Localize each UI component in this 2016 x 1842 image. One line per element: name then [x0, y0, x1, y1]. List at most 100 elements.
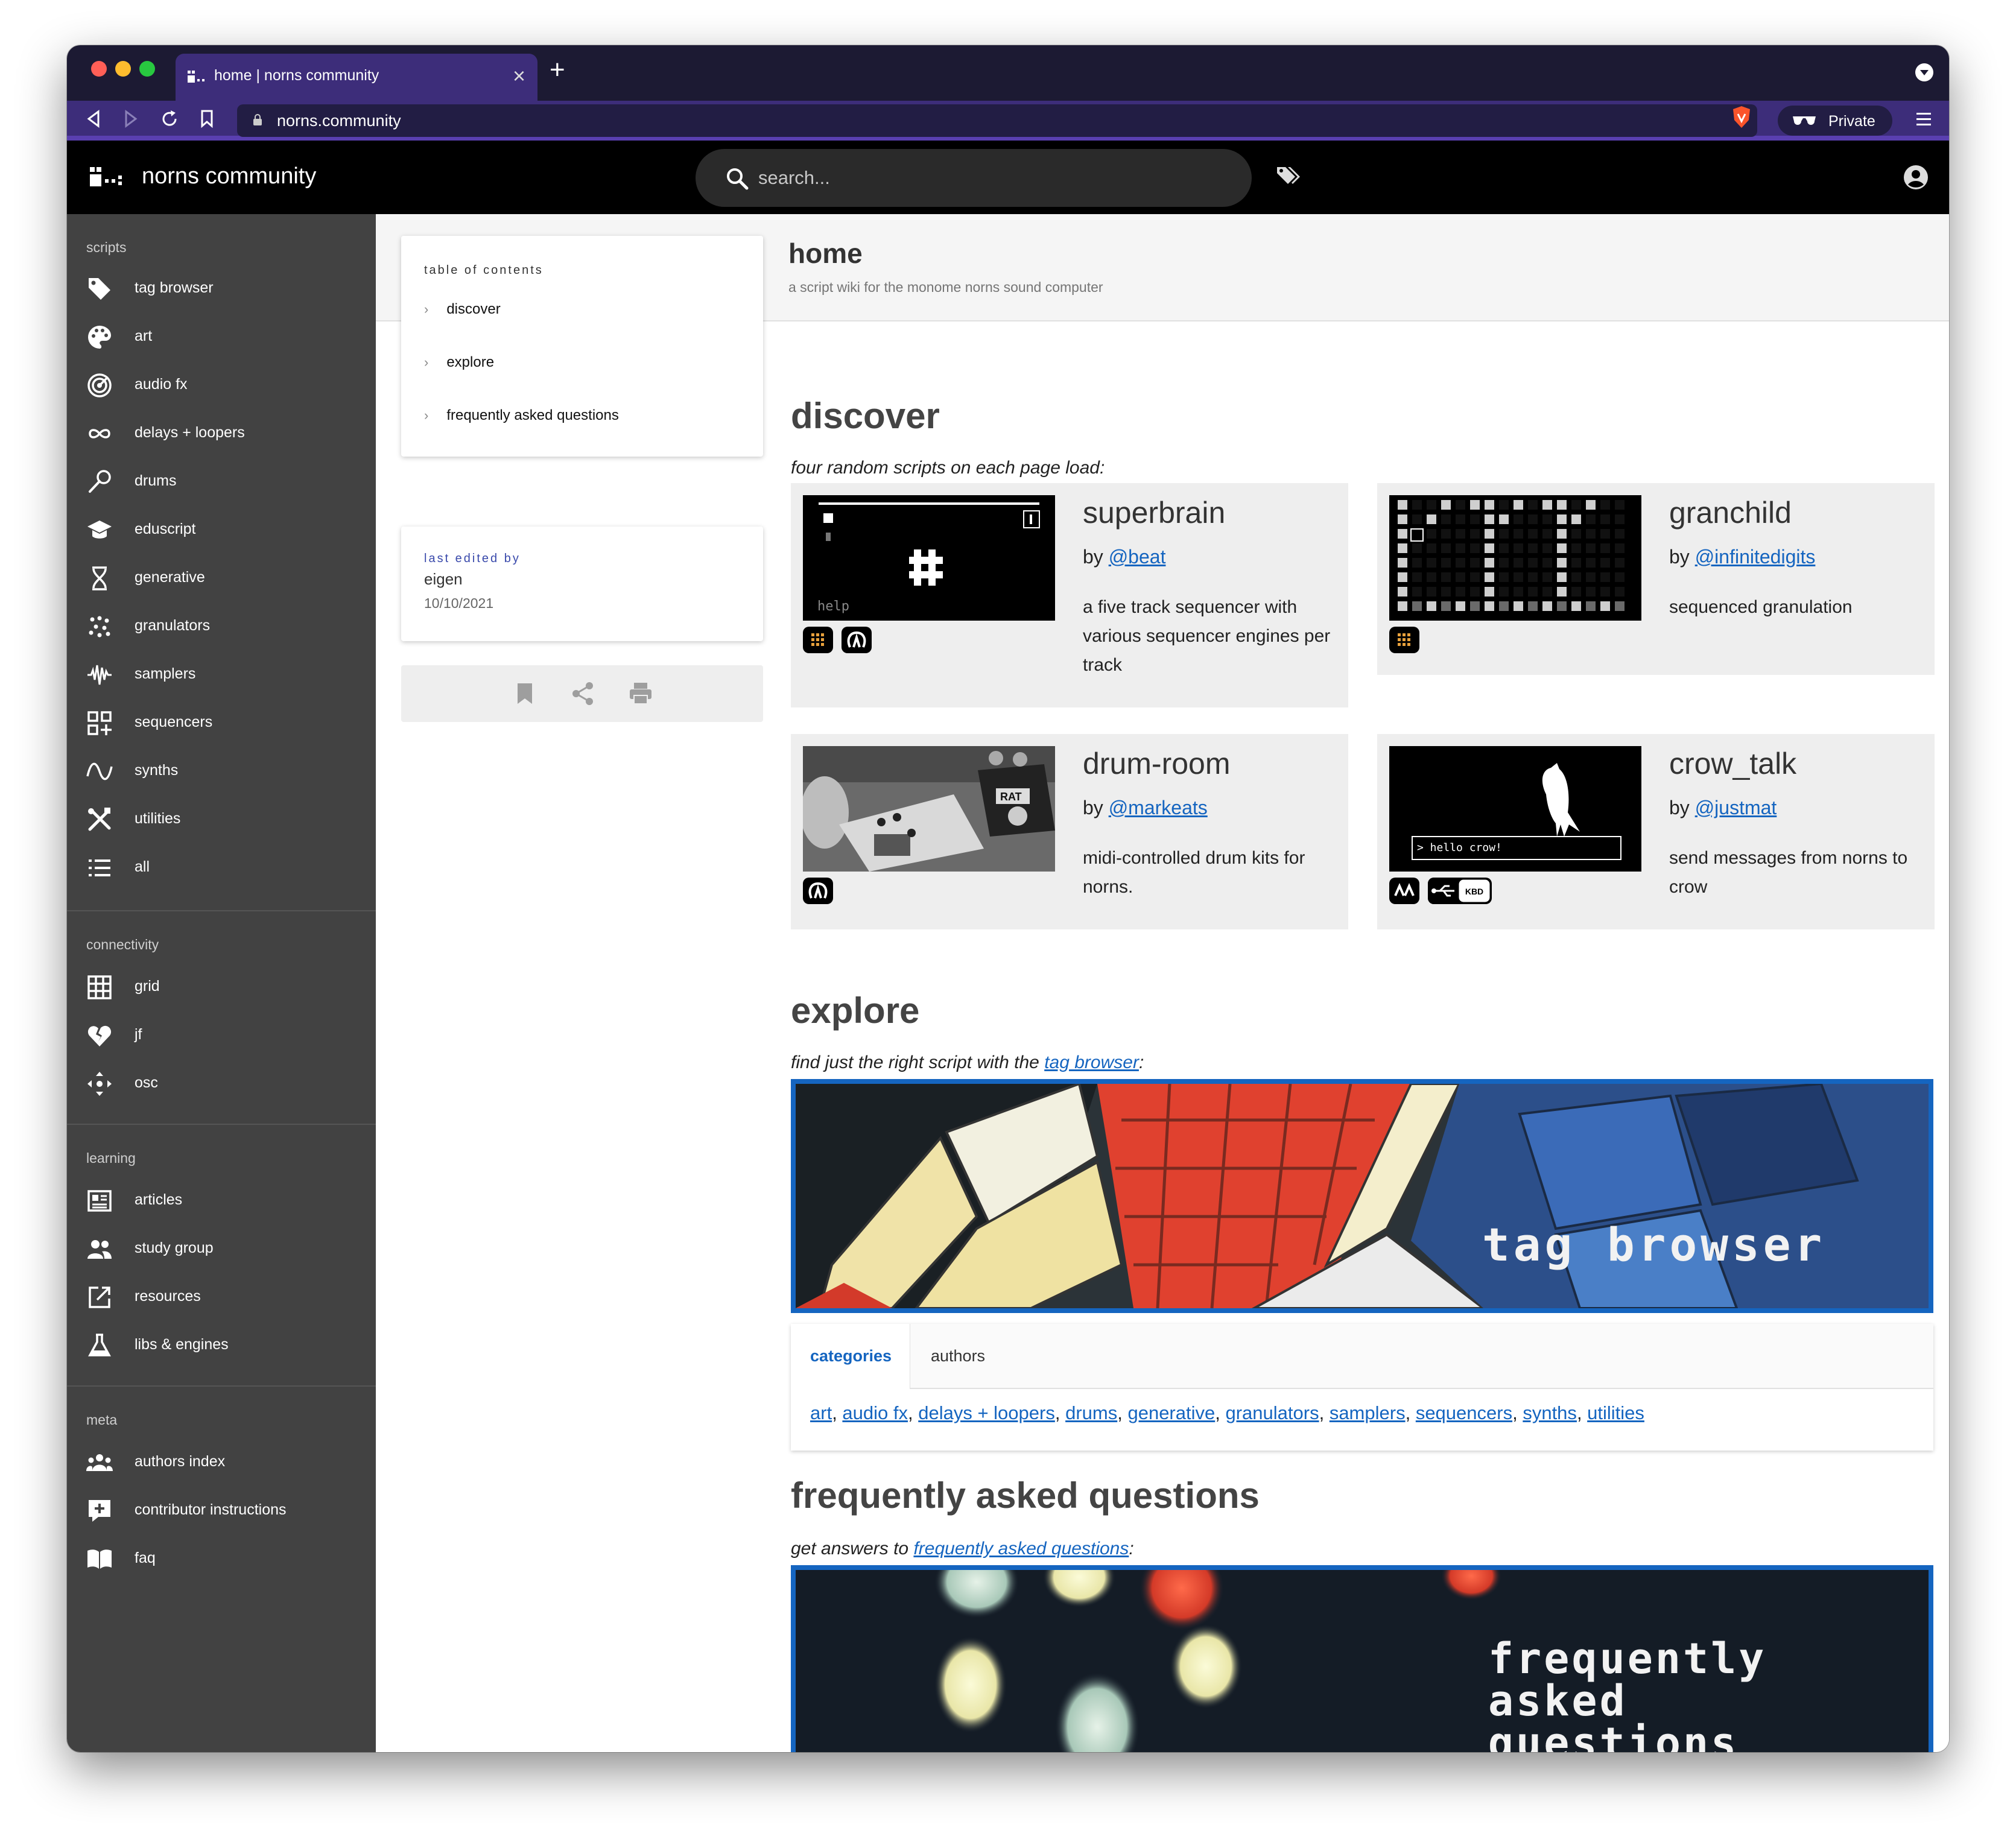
sidebar-item-art[interactable]: art [67, 315, 376, 359]
crow-badge-icon [1389, 878, 1419, 904]
minimize-window-icon[interactable] [115, 61, 131, 77]
tags-icon[interactable] [1276, 165, 1302, 189]
category-link-generative[interactable]: generative [1127, 1402, 1215, 1423]
script-name[interactable]: crow_talk [1669, 746, 1796, 781]
browser-tab[interactable]: home | norns community × [176, 54, 537, 101]
close-window-icon[interactable] [91, 61, 107, 77]
category-link-audio-fx[interactable]: audio fx [842, 1402, 908, 1423]
bookmark-icon[interactable] [512, 681, 537, 706]
forward-icon[interactable] [122, 109, 139, 128]
sidebar-item-drums[interactable]: drums [67, 460, 376, 504]
sidebar-item-faq[interactable]: faq [67, 1537, 376, 1581]
print-icon[interactable] [628, 681, 653, 706]
sidebar-item-all[interactable]: all [67, 846, 376, 890]
browser-menu-icon[interactable] [1916, 112, 1931, 127]
sidebar-item-eduscript[interactable]: eduscript [67, 508, 376, 552]
site-title[interactable]: norns community [142, 163, 316, 189]
bookmark-outline-icon[interactable] [200, 109, 214, 128]
pixel-cell [1557, 543, 1567, 553]
pixel-cell [1398, 601, 1407, 611]
account-icon[interactable] [1903, 165, 1929, 190]
norns-logo-icon[interactable] [90, 167, 124, 188]
sidebar-item-synths[interactable]: synths [67, 750, 376, 793]
norns-favicon-icon [188, 71, 204, 83]
script-card-superbrain[interactable]: help superbrain by @beat a five track se… [791, 483, 1348, 707]
sidebar-divider [67, 1385, 376, 1387]
sidebar-item-resources[interactable]: resources [67, 1276, 376, 1319]
category-link-samplers[interactable]: samplers [1330, 1402, 1406, 1423]
category-link-delays-loopers[interactable]: delays + loopers [918, 1402, 1055, 1423]
script-thumbnail[interactable]: > hello crow! [1389, 746, 1641, 872]
pixel-cell [1441, 587, 1451, 597]
author-link[interactable]: @justmat [1695, 797, 1777, 818]
close-tab-icon[interactable]: × [513, 63, 525, 89]
tag-browser-link[interactable]: tag browser [1044, 1052, 1139, 1072]
author-link[interactable]: @infinitedigits [1695, 546, 1816, 568]
tag-browser-banner[interactable]: tag browser [791, 1079, 1933, 1313]
sidebar-item-generative[interactable]: generative [67, 557, 376, 600]
script-thumbnail[interactable] [1389, 495, 1641, 621]
script-card-granchild[interactable]: granchild by @infinitedigits sequenced g… [1377, 483, 1935, 675]
sidebar-item-samplers[interactable]: samplers [67, 653, 376, 697]
sidebar-item-contributor-instructions[interactable]: contributor instructions [67, 1489, 376, 1533]
pixel-cell [1514, 601, 1523, 611]
reload-icon[interactable] [160, 109, 179, 128]
sidebar-item-libs-engines[interactable]: libs & engines [67, 1324, 376, 1367]
script-name[interactable]: superbrain [1083, 495, 1225, 530]
sidebar-item-articles[interactable]: articles [67, 1179, 376, 1223]
pixel-cell [1571, 543, 1581, 553]
toc-item-explore[interactable]: › explore [424, 354, 494, 371]
script-thumbnail[interactable]: RAT [803, 746, 1055, 872]
toc-item-discover[interactable]: › discover [424, 301, 501, 318]
lead-text: : [1129, 1539, 1134, 1559]
share-icon[interactable] [570, 681, 595, 706]
sidebar-item-grid[interactable]: grid [67, 966, 376, 1009]
tab-menu-icon[interactable] [1915, 63, 1933, 81]
sidebar-item-granulators[interactable]: granulators [67, 605, 376, 648]
sidebar-item-label: tag browser [135, 279, 214, 296]
tab-authors[interactable]: authors [931, 1347, 985, 1366]
sidebar-item-authors-index[interactable]: authors index [67, 1441, 376, 1484]
category-link-sequencers[interactable]: sequencers [1416, 1402, 1512, 1423]
sidebar-item-label: resources [135, 1288, 201, 1305]
script-card-crow-talk[interactable]: > hello crow! KBD crow_talk by @justmat … [1377, 734, 1935, 929]
pixel-cell [1427, 558, 1436, 568]
tab-categories[interactable]: categories [791, 1324, 910, 1389]
script-name[interactable]: drum-room [1083, 746, 1230, 781]
author-link[interactable]: @markeats [1109, 797, 1208, 818]
script-card-drum-room[interactable]: RAT drum-room by @markeats midi-controll… [791, 734, 1348, 929]
maximize-window-icon[interactable] [139, 61, 155, 77]
sidebar-item-utilities[interactable]: utilities [67, 798, 376, 841]
script-author-line: by @markeats [1083, 797, 1208, 819]
sidebar-item-jf[interactable]: jf [67, 1014, 376, 1057]
private-window-badge[interactable]: Private [1778, 106, 1892, 136]
tools-icon [88, 808, 111, 831]
category-link-drums[interactable]: drums [1065, 1402, 1117, 1423]
sidebar-item-tag-browser[interactable]: tag browser [67, 267, 376, 311]
category-link-art[interactable]: art [810, 1402, 832, 1423]
pixel-cell [1398, 587, 1407, 597]
sidebar-item-audio-fx[interactable]: audio fx [67, 364, 376, 407]
by-label: by [1083, 546, 1103, 568]
toc-item-faq[interactable]: › frequently asked questions [424, 407, 619, 424]
sidebar-section-learning: learning [86, 1150, 136, 1166]
pixel-cell [1412, 514, 1422, 524]
category-link-granulators[interactable]: granulators [1225, 1402, 1319, 1423]
new-tab-button[interactable]: + [550, 55, 565, 85]
search-input[interactable] [696, 149, 1252, 207]
category-link-utilities[interactable]: utilities [1587, 1402, 1644, 1423]
sidebar-item-osc[interactable]: osc [67, 1062, 376, 1106]
author-link[interactable]: @beat [1109, 546, 1166, 568]
back-icon[interactable] [85, 109, 102, 128]
category-link-synths[interactable]: synths [1523, 1402, 1577, 1423]
sidebar-item-sequencers[interactable]: sequencers [67, 701, 376, 745]
faq-banner[interactable]: frequently asked questions [791, 1565, 1933, 1752]
table-of-contents: table of contents › discover › explore › fr… [401, 236, 763, 457]
sidebar-item-study-group[interactable]: study group [67, 1227, 376, 1271]
address-bar[interactable]: norns.community [237, 104, 1786, 137]
script-name[interactable]: granchild [1669, 495, 1792, 530]
sidebar-item-delays-loopers[interactable]: delays + loopers [67, 412, 376, 455]
brave-shield-icon[interactable] [1732, 106, 1751, 128]
faq-link[interactable]: frequently asked questions [913, 1539, 1129, 1559]
script-thumbnail[interactable]: help [803, 495, 1055, 621]
